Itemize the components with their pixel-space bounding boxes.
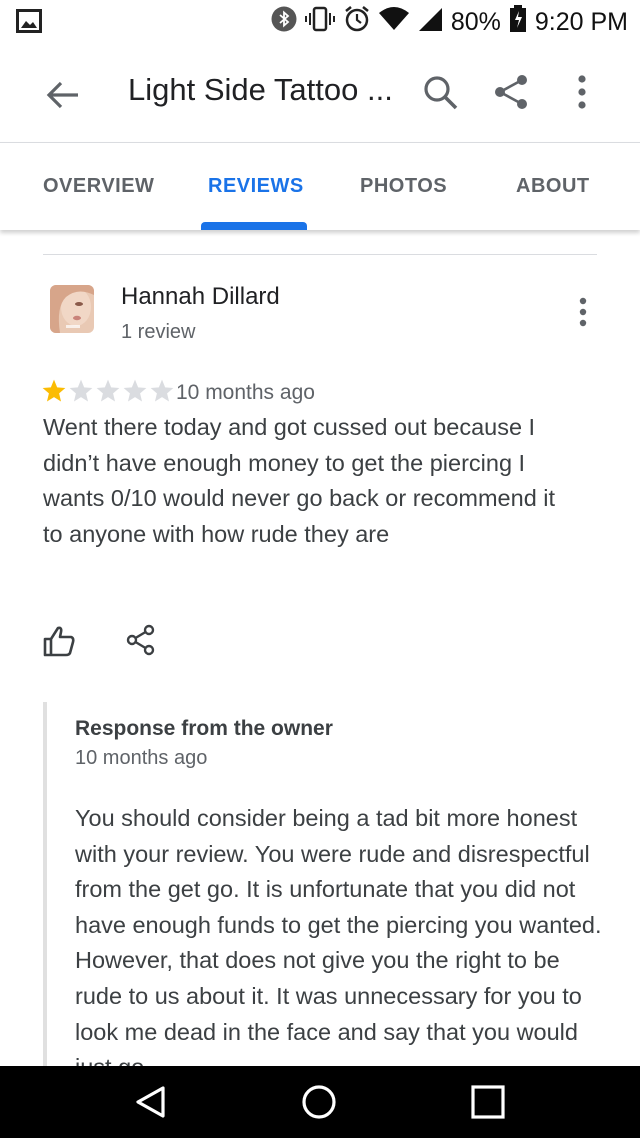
tab-reviews[interactable]: REVIEWS: [208, 175, 304, 198]
star-empty-icon: [123, 379, 147, 402]
review-text: Went there today and got cussed out beca…: [43, 414, 556, 547]
clock: 9:20 PM: [534, 7, 628, 36]
wifi-icon: [378, 6, 409, 38]
avatar[interactable]: [50, 285, 94, 333]
tab-bar: OVERVIEW REVIEWS PHOTOS ABOUT: [0, 142, 640, 230]
tab-overview[interactable]: OVERVIEW: [43, 175, 154, 198]
share-icon[interactable]: [492, 72, 532, 112]
owner-response-text: You should consider being a tad bit more…: [75, 805, 602, 1080]
star-filled-icon: [42, 379, 66, 402]
battery-percent: 80%: [450, 7, 501, 36]
nav-back-icon[interactable]: [133, 1084, 169, 1120]
tab-photos[interactable]: PHOTOS: [360, 175, 447, 198]
active-tab-indicator: [201, 222, 307, 230]
alarm-icon: [343, 5, 371, 40]
tab-about[interactable]: ABOUT: [516, 175, 590, 198]
signal-icon: [417, 6, 443, 39]
review-time: 10 months ago: [176, 381, 315, 404]
system-nav-bar: [0, 1066, 640, 1138]
star-rating: [41, 378, 175, 404]
app-bar: Light Side Tattoo ...: [0, 44, 640, 142]
nav-recents-icon[interactable]: [470, 1084, 506, 1120]
status-bar: 80% 9:20 PM: [0, 0, 640, 44]
more-vert-icon[interactable]: [570, 296, 596, 328]
owner-response-title: Response from the owner: [75, 717, 333, 740]
search-icon[interactable]: [420, 72, 462, 114]
reviewer-name[interactable]: Hannah Dillard: [121, 283, 280, 311]
response-quote-bar: [43, 702, 47, 1082]
share-icon[interactable]: [126, 624, 156, 656]
battery-icon: [509, 4, 527, 40]
page-title: Light Side Tattoo ...: [128, 72, 393, 107]
image-icon: [16, 9, 42, 38]
more-vert-icon[interactable]: [566, 72, 598, 112]
review-count: 1 review: [121, 321, 196, 343]
nav-home-icon[interactable]: [301, 1084, 337, 1120]
vibrate-icon: [304, 6, 335, 39]
thumbs-up-icon[interactable]: [42, 624, 76, 658]
back-arrow-icon[interactable]: [40, 72, 86, 118]
star-empty-icon: [150, 379, 174, 402]
divider: [43, 254, 597, 255]
star-empty-icon: [69, 379, 93, 402]
bluetooth-icon: [271, 6, 297, 39]
owner-response-time: 10 months ago: [75, 747, 208, 769]
star-empty-icon: [96, 379, 120, 402]
